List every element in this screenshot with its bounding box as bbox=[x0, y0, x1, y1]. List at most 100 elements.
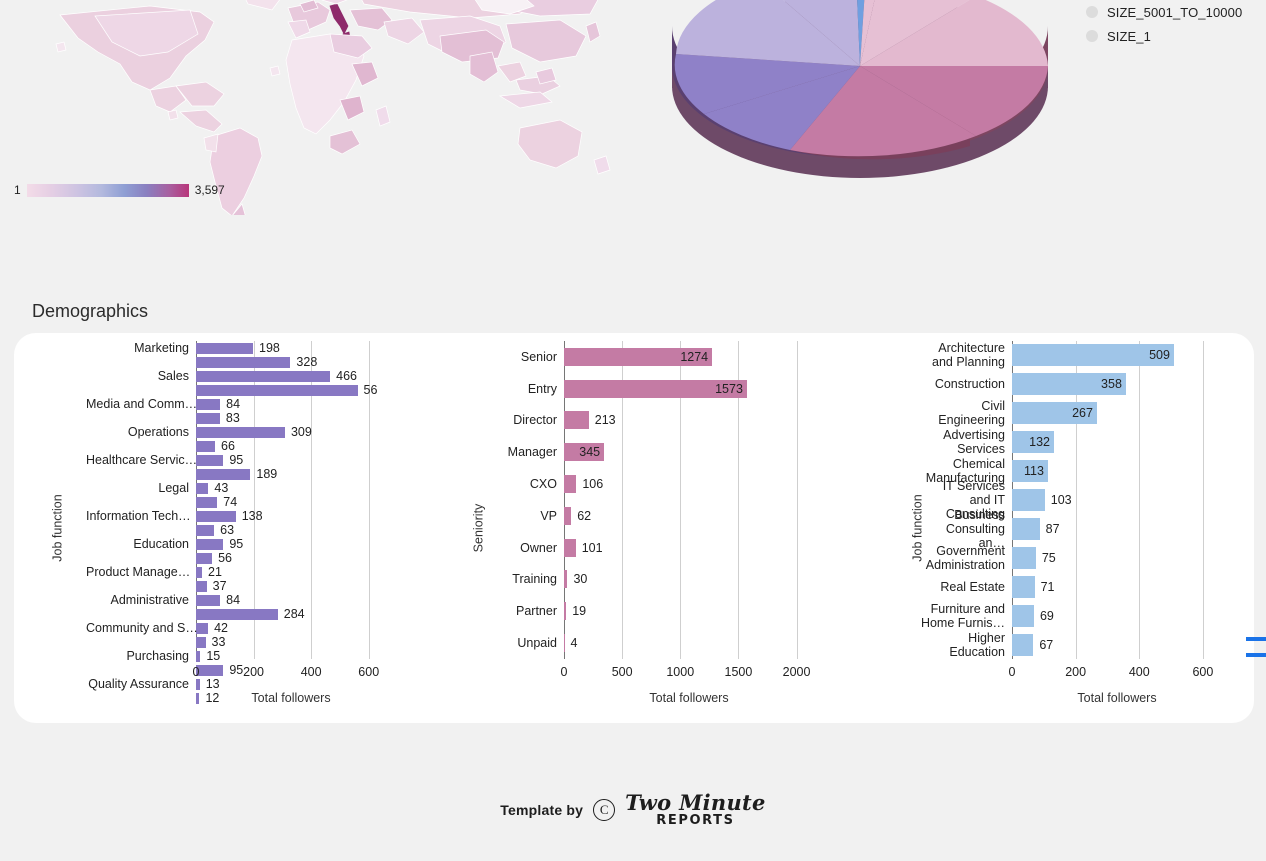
bar[interactable] bbox=[1012, 575, 1035, 598]
bar[interactable] bbox=[196, 594, 221, 606]
company-size-pie-panel[interactable] bbox=[640, 0, 1080, 200]
bar-row[interactable]: Furniture and Home Furnis… 69 bbox=[921, 601, 1222, 630]
bar-row[interactable]: CXO 106 bbox=[530, 468, 814, 500]
world-map-panel[interactable]: 1 3,597 bbox=[0, 0, 640, 215]
bar-row[interactable]: Operations 309 bbox=[128, 425, 386, 439]
bar-row[interactable]: Administrative 84 bbox=[111, 593, 386, 607]
bar-row[interactable]: Construction 358 bbox=[935, 370, 1222, 399]
bar-value-label: 138 bbox=[241, 509, 263, 523]
bar[interactable] bbox=[196, 650, 201, 662]
bar-row[interactable]: Unpaid 4 bbox=[517, 627, 814, 659]
bar-row[interactable]: 328 bbox=[196, 355, 386, 369]
bar-row[interactable]: Senior 1274 bbox=[521, 341, 814, 373]
bar[interactable] bbox=[196, 342, 253, 354]
bar-row[interactable]: 37 bbox=[196, 579, 386, 593]
two-minute-reports-logo[interactable]: Two Minute REPORTS bbox=[625, 792, 766, 827]
edge-indicator-group[interactable] bbox=[1246, 637, 1266, 657]
bar-value-label: 42 bbox=[214, 621, 228, 635]
bar[interactable] bbox=[196, 356, 291, 368]
bar[interactable] bbox=[196, 496, 218, 508]
legend-item[interactable]: SIZE_5001_TO_10000 bbox=[1086, 0, 1266, 24]
bar-value-label: 87 bbox=[1045, 521, 1060, 536]
template-by-label: Template by bbox=[500, 801, 584, 818]
bar-row[interactable]: 66 bbox=[196, 439, 386, 453]
bar-row[interactable]: Media and Comm… 84 bbox=[86, 397, 386, 411]
bar-row[interactable]: Education 95 bbox=[133, 537, 386, 551]
bar[interactable] bbox=[196, 412, 220, 424]
bar-row[interactable]: Government Administration 75 bbox=[926, 543, 1222, 572]
bar-row[interactable]: Marketing 198 bbox=[134, 341, 386, 355]
bar[interactable] bbox=[196, 370, 331, 382]
bar-row[interactable]: Partner 19 bbox=[516, 595, 814, 627]
category-label: Advertising Services bbox=[943, 428, 1005, 457]
bar-row[interactable]: VP 62 bbox=[540, 500, 814, 532]
bar[interactable] bbox=[196, 510, 236, 522]
bar[interactable] bbox=[1012, 517, 1040, 540]
bar[interactable] bbox=[1012, 488, 1045, 511]
bar-row[interactable]: Community and S… 42 bbox=[86, 621, 386, 635]
bar[interactable] bbox=[196, 524, 215, 536]
bar[interactable] bbox=[196, 608, 278, 620]
bar[interactable] bbox=[564, 602, 567, 621]
bar-row[interactable]: Chemical Manufacturing 113 bbox=[926, 457, 1222, 486]
bar-row[interactable]: 33 bbox=[196, 635, 386, 649]
bar[interactable] bbox=[564, 570, 568, 589]
bar[interactable] bbox=[196, 398, 221, 410]
bar-row[interactable]: Civil Engineering 267 bbox=[938, 399, 1222, 428]
bar-value-label: 213 bbox=[594, 413, 616, 428]
bar-row[interactable]: Sales 466 bbox=[158, 369, 386, 383]
edge-indicator-bar[interactable] bbox=[1246, 637, 1266, 641]
bar-row[interactable]: Advertising Services 132 bbox=[943, 428, 1222, 457]
bar-row[interactable]: 56 bbox=[196, 383, 386, 397]
bar-row[interactable]: Manager 345 bbox=[508, 436, 814, 468]
category-label: Architecture and Planning bbox=[932, 341, 1005, 370]
bar-row[interactable]: Purchasing 15 bbox=[126, 649, 386, 663]
bar-row[interactable]: 284 bbox=[196, 607, 386, 621]
bar-row[interactable]: Business Consulting an… 87 bbox=[946, 508, 1222, 550]
bar-row[interactable]: Healthcare Servic… 95 bbox=[86, 453, 386, 467]
legend-item-label: SIZE_5001_TO_10000 bbox=[1107, 4, 1243, 20]
bar[interactable] bbox=[196, 384, 358, 396]
chart-industry-followers[interactable]: Job function Architecture and Planning 509… bbox=[884, 341, 1244, 715]
bar-value-label: 37 bbox=[212, 579, 227, 593]
x-axis-ticks: 0 500 1000 1500 2000 bbox=[561, 665, 814, 681]
bar[interactable] bbox=[196, 454, 224, 466]
bar-row[interactable]: 56 bbox=[196, 551, 386, 565]
bar-row[interactable]: Higher Education 67 bbox=[949, 630, 1222, 659]
bar-row[interactable]: Information Tech… 138 bbox=[86, 509, 386, 523]
bar[interactable] bbox=[196, 468, 251, 480]
chart-seniority-followers[interactable]: Seniority Senior 1274 Entry 1573 Director 213 M… bbox=[454, 341, 854, 715]
edge-indicator-bar[interactable] bbox=[1246, 653, 1266, 657]
bar-row[interactable]: Real Estate 71 bbox=[940, 572, 1222, 601]
bar-row[interactable]: Architecture and Planning 509 bbox=[932, 341, 1222, 370]
bar[interactable] bbox=[564, 411, 589, 430]
bar-row[interactable]: Product Manage… 21 bbox=[86, 565, 386, 579]
bar[interactable] bbox=[1012, 633, 1034, 656]
legend-item[interactable]: SIZE_1 bbox=[1086, 24, 1266, 48]
bar[interactable] bbox=[196, 538, 224, 550]
bar[interactable] bbox=[564, 506, 572, 525]
bar-row[interactable]: Legal 43 bbox=[158, 481, 386, 495]
bar[interactable] bbox=[1012, 604, 1034, 627]
bar-row[interactable]: Entry 1573 bbox=[528, 373, 814, 405]
bar-row[interactable]: Director 213 bbox=[513, 405, 814, 437]
chart-job-function-followers[interactable]: Job function Marketing 198 328 Sales 466 56 Med… bbox=[24, 341, 424, 715]
bar-row[interactable]: 189 bbox=[196, 467, 386, 481]
bar[interactable] bbox=[196, 482, 209, 494]
bar-row[interactable]: IT Services and IT Consulting 103 bbox=[943, 479, 1222, 521]
bar-row[interactable]: 83 bbox=[196, 411, 386, 425]
bar-row[interactable]: 74 bbox=[196, 495, 386, 509]
bar[interactable] bbox=[196, 426, 285, 438]
bar[interactable] bbox=[196, 566, 203, 578]
bar[interactable] bbox=[196, 580, 207, 592]
bar[interactable] bbox=[196, 440, 215, 452]
bar-value-label: 95 bbox=[229, 453, 244, 467]
bar-row[interactable]: Training 30 bbox=[512, 564, 814, 596]
bar[interactable] bbox=[564, 538, 576, 557]
bar[interactable] bbox=[196, 636, 206, 648]
bar-row[interactable]: Owner 101 bbox=[520, 532, 814, 564]
bar[interactable] bbox=[564, 475, 577, 494]
bar[interactable] bbox=[1012, 546, 1036, 569]
bar-row[interactable]: 63 bbox=[196, 523, 386, 537]
bar[interactable] bbox=[196, 552, 213, 564]
